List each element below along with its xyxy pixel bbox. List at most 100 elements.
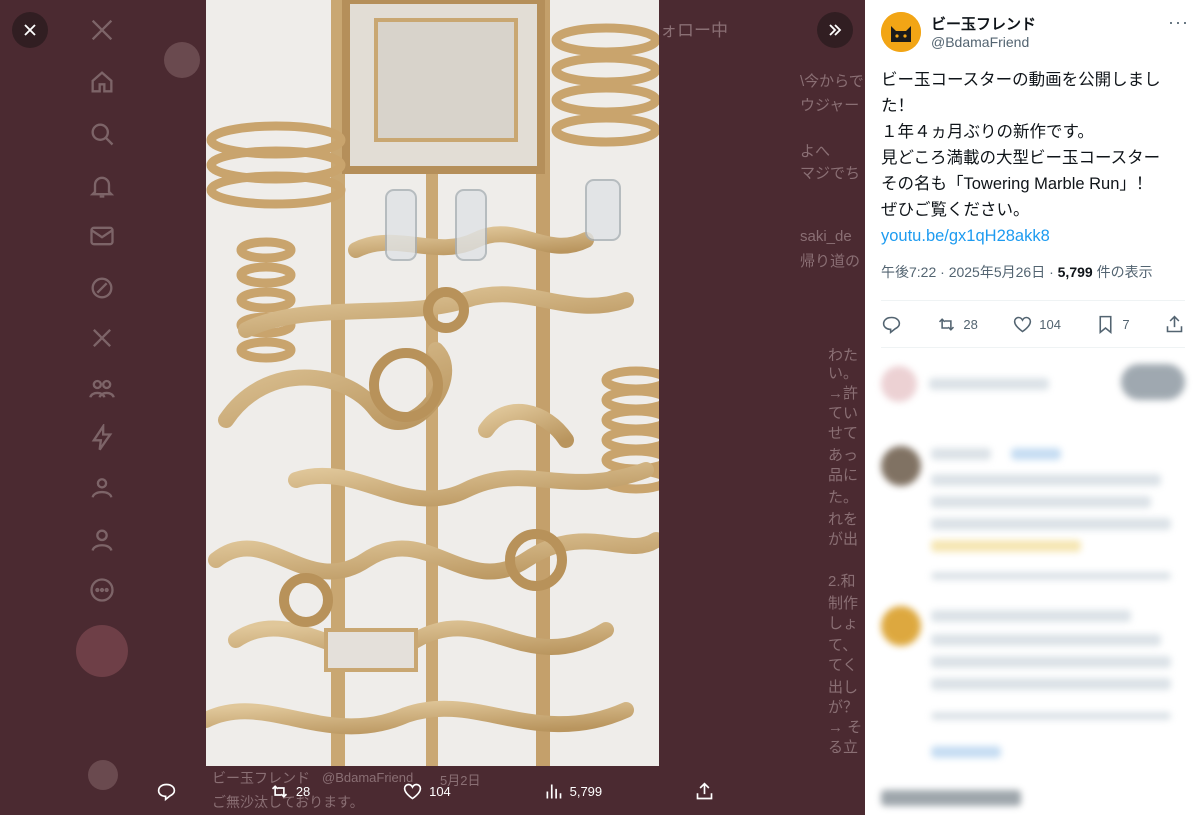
bookmark-icon [1099,315,1112,334]
tweet-text: ビー玉コースターの動画を公開しまし た！ １年４ヵ月ぶりの新作です。 見どころ満… [881,67,1181,249]
tweet-line: その名も「Towering Marble Run」！ [881,175,1153,193]
reply-placeholder [881,790,1021,806]
reply-placeholder [931,496,1151,508]
cat-avatar-icon [881,12,921,52]
reply-placeholder [931,678,1171,690]
ghost-text: が？ [828,699,859,716]
analytics-icon [546,784,561,798]
reply-avatar [881,606,921,646]
ghost-text: よへ [800,143,831,160]
compose-button [76,625,128,677]
share-icon [1166,315,1183,332]
youtube-link[interactable]: youtu.be/gx1qH28akk8 [881,223,1181,249]
ghost-text: せて [828,425,859,442]
share-button[interactable] [1164,314,1185,335]
tweet-line: た！ [881,97,914,115]
tweet-line: ぜひご覧ください。 [881,201,1030,219]
retweet-icon [271,784,287,798]
ghost-text: てく [828,657,858,674]
retweet-count: 28 [963,316,978,332]
media-like-button[interactable]: 104 [394,777,459,806]
x-logo-icon [88,16,116,44]
share-icon [696,781,713,799]
author-display-name[interactable]: ビー玉フレンド [931,13,1036,34]
ghost-text: 帰り道の [800,253,861,270]
more-options-button[interactable]: ··· [1168,12,1189,33]
ghost-text: て、 [828,637,858,654]
reply-placeholder [931,746,1001,758]
ghost-text: → そ [828,719,863,736]
followers-icon [88,474,116,502]
following-label: ォロー中 [660,21,728,40]
ghost-text: 制作 [828,595,859,612]
home-icon [88,68,116,96]
ghost-text: 出し [828,679,859,696]
reply-button[interactable] [881,314,902,335]
like-button[interactable]: 104 [1012,314,1061,335]
ghost-text: →許 [828,385,859,402]
messages-icon [88,222,116,250]
ghost-text: る立 [828,739,859,756]
reply-icon [157,783,176,801]
media-action-bar: 28 104 5,799 [148,770,723,812]
close-icon [24,24,36,36]
ghost-text: い。 [828,365,859,382]
media-views-count: 5,799 [569,783,603,799]
tweet-header: ビー玉フレンド @BdamaFriend ··· [881,12,1189,56]
reply-placeholder [931,448,991,460]
ghost-text: saki_de [800,228,852,245]
media-retweet-button[interactable]: 28 [261,777,318,806]
ghost-text: ウジャー [800,97,860,114]
media-share-button[interactable] [686,777,723,806]
collapse-panel-button[interactable] [817,12,853,48]
x-premium-icon [88,324,116,352]
bookmark-button[interactable]: 7 [1095,314,1130,335]
reply-placeholder [931,634,1161,646]
like-count: 104 [1039,316,1061,332]
heart-icon [1014,316,1032,332]
tweet-timestamp[interactable]: 午後7:22 · 2025年5月26日 · [881,264,1058,280]
reply-placeholder [931,610,1131,622]
ghost-text: マジでち [800,165,861,182]
reply-placeholder [931,712,1171,720]
reply-avatar [881,446,921,486]
close-button[interactable] [12,12,48,48]
ghost-text: あっ [828,447,859,464]
media-like-count: 104 [429,783,451,799]
marble-run-photo [206,0,659,766]
view-count-label: 件の表示 [1092,264,1153,280]
ghost-text: が出 [828,531,859,548]
ghost-text: れを [828,511,859,528]
retweet-icon [939,317,955,331]
tweet-line: ビー玉コースターの動画を公開しまし [881,71,1161,89]
heart-icon [403,783,422,800]
tweet-detail-panel: ビー玉フレンド @BdamaFriend ··· ビー玉コースターの動画を公開し… [865,0,1200,815]
double-chevron-right-icon [829,24,842,36]
reply-icon [882,316,901,334]
view-count: 5,799 [1057,264,1093,280]
reply-placeholder [931,540,1081,552]
profile-icon [88,526,116,554]
reply-placeholder [931,656,1171,668]
retweet-button[interactable]: 28 [936,314,978,335]
reply-placeholder [931,474,1161,486]
ghost-text: \今からで [800,73,864,90]
media-views-button[interactable]: 5,799 [535,777,611,806]
tweet-actions: 28 104 7 [881,300,1185,348]
notifications-icon [88,172,116,200]
timeline-avatar [164,42,200,78]
reply-button-placeholder [1121,364,1185,400]
lightning-icon [88,422,116,452]
author-handle[interactable]: @BdamaFriend [931,34,1029,50]
communities-icon [88,374,116,402]
search-icon [88,120,116,148]
media-reply-button[interactable] [148,777,185,806]
ghost-text: 品に [828,467,859,484]
account-avatar [88,760,118,790]
media-image[interactable] [206,0,659,766]
author-avatar[interactable] [881,12,921,52]
ghost-text: てい [828,405,859,422]
modal-backdrop[interactable]: ォロー中 \今からで ウジャー よへ マジでち saki_de 帰り道の わた … [0,0,865,815]
grok-icon [88,274,116,302]
tweet-metadata: 午後7:22 · 2025年5月26日 · 5,799 件の表示 [881,262,1153,282]
